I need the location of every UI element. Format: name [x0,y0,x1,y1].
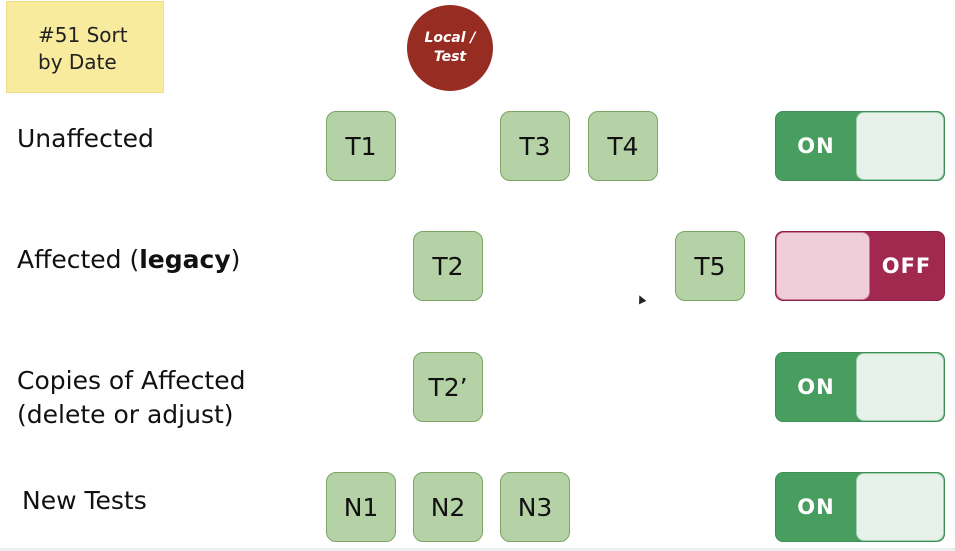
row-label-copies-line1: Copies of Affected [17,366,246,395]
toggle-knob[interactable] [856,473,944,541]
test-tile-t4: T4 [588,111,658,181]
mouse-cursor-icon [635,293,647,305]
toggle-knob[interactable] [776,232,870,300]
sticky-note-line1: #51 Sort [38,23,128,47]
row-label-affected-bold: legacy [139,245,231,274]
row-label-affected-end: ) [230,245,241,274]
sticky-note-text: #51 Sort by Date [38,22,128,76]
test-tile-t2-copy: T2’ [413,352,483,422]
row-label-copies: Copies of Affected (delete or adjust) [17,364,245,432]
toggle-knob[interactable] [856,353,944,421]
test-tile-n2: N2 [413,472,483,542]
toggle-knob[interactable] [856,112,944,180]
badge-line1: Local / [424,30,476,46]
toggle-affected[interactable]: OFF [775,231,945,301]
row-label-new-tests: New Tests [22,486,147,515]
test-tile-t3: T3 [500,111,570,181]
test-tile-n3: N3 [500,472,570,542]
test-tile-t5: T5 [675,231,745,301]
sticky-note-line2: by Date [38,50,117,74]
toggle-state-label: OFF [881,254,932,278]
toggle-copies[interactable]: ON [775,352,945,422]
row-label-affected-plain: Affected ( [17,245,140,274]
row-label-affected: Affected (legacy) [17,243,240,277]
toggle-new-tests[interactable]: ON [775,472,945,542]
sticky-note: #51 Sort by Date [6,1,164,93]
row-label-copies-line2: (delete or adjust) [17,400,234,429]
badge-line2: Test [433,49,467,65]
test-tile-t2: T2 [413,231,483,301]
row-label-unaffected: Unaffected [17,124,154,153]
test-tile-n1: N1 [326,472,396,542]
toggle-unaffected[interactable]: ON [775,111,945,181]
toggle-state-label: ON [797,134,835,158]
badge-text: Local / Test [424,29,475,67]
test-tile-t1: T1 [326,111,396,181]
toggle-state-label: ON [797,375,835,399]
local-test-badge: Local / Test [407,5,493,91]
toggle-state-label: ON [797,495,835,519]
